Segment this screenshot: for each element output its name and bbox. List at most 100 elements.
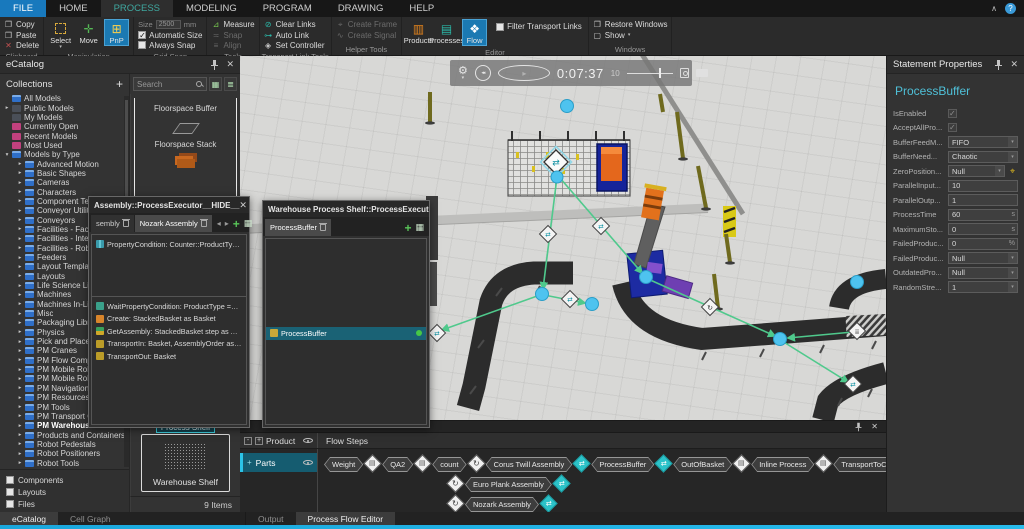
filter-checkbox[interactable]: Layouts	[6, 486, 123, 498]
dropdown-icon[interactable]: ▾	[1008, 137, 1017, 148]
flow-step[interactable]: ProcessBuffer	[591, 457, 654, 472]
expander-icon[interactable]: ▸	[16, 226, 24, 232]
expander-icon[interactable]: ▸	[16, 423, 24, 429]
routine-tab[interactable]: ProcessBuffer	[265, 219, 331, 236]
expander-icon[interactable]: ▸	[16, 311, 24, 317]
delete-button[interactable]: ✕ Delete	[4, 41, 39, 50]
create-frame-button[interactable]: ⌖ Create Frame	[336, 20, 397, 29]
property-checkbox[interactable]	[948, 123, 957, 133]
expander-icon[interactable]: ▸	[16, 236, 24, 242]
flow-connector-icon[interactable]: ⇄	[654, 453, 673, 473]
next-tab-icon[interactable]: ▸	[225, 219, 229, 228]
expander-icon[interactable]: ▸	[16, 161, 24, 167]
flow-step[interactable]: Nozark Assembly	[465, 497, 539, 512]
ribbon-tab[interactable]: HOME	[46, 0, 101, 17]
expander-icon[interactable]: ▸	[16, 170, 24, 176]
expander-icon[interactable]: ▸	[16, 413, 24, 419]
always-snap-checkbox[interactable]: Always Snap	[138, 41, 202, 50]
expander-icon[interactable]: ▸	[16, 255, 24, 261]
ribbon-tab[interactable]: PROCESS	[100, 0, 174, 17]
flow-step[interactable]: QA2	[382, 457, 413, 472]
statement-row[interactable]: GetAssembly: StackedBasket step as Assem…	[92, 325, 246, 338]
property-field[interactable]: 0 % ▾	[948, 237, 1018, 250]
expander-icon[interactable]: ▸	[16, 198, 24, 204]
filter-checkbox[interactable]: Files	[6, 498, 123, 510]
prev-tab-icon[interactable]: ◂	[217, 219, 221, 228]
flow-connector-icon[interactable]: ⇄	[552, 473, 571, 493]
tree-item[interactable]: ▸ Robot Tools	[3, 458, 129, 468]
ribbon-tab[interactable]: PROGRAM	[250, 0, 325, 17]
statement-row[interactable]: PropertyCondition: Counter::ProductType …	[92, 238, 246, 251]
simulation-settings-icon[interactable]: ⚙ ▾	[458, 65, 468, 80]
snap-button[interactable]: ≍ Snap	[211, 30, 254, 40]
panel-tab[interactable]: Cell Graph	[58, 512, 123, 525]
pin-icon[interactable]	[855, 422, 862, 431]
expander-icon[interactable]: ▸	[16, 320, 24, 326]
pnp-button[interactable]: ⊞ PnP	[104, 19, 130, 46]
flow-connector-icon[interactable]: ⇄	[539, 493, 558, 512]
catalog-item[interactable]: Floorspace Buffer	[154, 98, 217, 134]
expand-all-button[interactable]: +	[255, 436, 263, 445]
expander-icon[interactable]: ▸	[16, 189, 24, 195]
add-collection-button[interactable]: +	[116, 77, 123, 91]
delete-routine-icon[interactable]	[121, 219, 130, 227]
property-field[interactable]: 60 s ▾	[948, 208, 1018, 221]
expander-icon[interactable]: ▾	[3, 152, 11, 158]
copy-button[interactable]: ❐ Copy	[4, 20, 39, 29]
property-field[interactable]: 1 ▾	[948, 194, 1018, 207]
flow-connector-icon[interactable]: ↻	[446, 493, 465, 512]
flow-connector-icon[interactable]: ⇄	[572, 453, 592, 473]
visibility-icon[interactable]	[303, 436, 313, 445]
flow-connector-icon[interactable]: ▤	[732, 453, 751, 473]
tree-item[interactable]: ▾ Models by Type	[3, 150, 129, 159]
reset-simulation-button[interactable]: ◂◂	[474, 65, 491, 81]
flow-step[interactable]: Corus Twill Assembly	[486, 457, 573, 472]
filter-checkbox[interactable]: Components	[6, 474, 123, 486]
tree-item[interactable]: ▸ Robot Pedestals	[3, 440, 129, 449]
expander-icon[interactable]: ▸	[16, 273, 24, 279]
rail-end-marker[interactable]	[723, 206, 736, 237]
expander-icon[interactable]: ▸	[16, 283, 24, 289]
delete-routine-icon[interactable]	[199, 219, 208, 227]
grid-view-button[interactable]: ▦	[209, 77, 222, 91]
select-button[interactable]: Select ▾	[48, 19, 73, 50]
ribbon-tab[interactable]: HELP	[396, 0, 447, 17]
panel-tab[interactable]: Process Flow Editor	[295, 512, 396, 525]
product-dots[interactable]	[535, 99, 864, 346]
panel-tab[interactable]: Output	[246, 512, 296, 525]
expander-icon[interactable]: ▸	[16, 460, 24, 466]
dropdown-icon[interactable]: ▾	[1008, 253, 1017, 264]
catalog-item[interactable]: Floorspace Stack	[155, 134, 216, 168]
routine-tab[interactable]: Nozark Assembly	[134, 215, 212, 232]
grid-size-input[interactable]: 2500	[155, 20, 181, 30]
play-button[interactable]: ▸	[497, 65, 550, 81]
expander-icon[interactable]: ▸	[16, 301, 24, 307]
panel-tab[interactable]: eCatalog	[0, 512, 59, 525]
property-field[interactable]: Null ▾	[948, 252, 1018, 265]
expander-icon[interactable]: ▸	[16, 357, 24, 363]
statement-row[interactable]: ProcessBuffer	[266, 327, 426, 340]
tree-item[interactable]: Currently Open	[3, 122, 129, 131]
collapse-all-button[interactable]: -	[244, 436, 252, 445]
property-field[interactable]: FIFO ▾	[948, 136, 1018, 149]
tree-item[interactable]: Most Used	[3, 141, 129, 150]
products-button[interactable]: ▥ Products	[404, 19, 434, 46]
close-icon[interactable]: ✕	[239, 200, 247, 211]
restore-windows-button[interactable]: ❐ Restore Windows	[593, 20, 668, 29]
flow-step[interactable]: Inline Process	[751, 457, 814, 472]
ribbon-tab[interactable]: FILE	[0, 0, 47, 17]
sort-view-button[interactable]: ≣	[224, 77, 237, 91]
grid-view-icon[interactable]: ▦	[244, 218, 253, 229]
expander-icon[interactable]: ▸	[16, 264, 24, 270]
property-checkbox[interactable]	[948, 108, 957, 119]
expander-icon[interactable]: ▸	[16, 441, 24, 447]
move-button[interactable]: ✛ Move	[76, 19, 101, 46]
expander-icon[interactable]: ▸	[16, 376, 24, 382]
tree-item[interactable]: ▸ Products and Containers	[3, 430, 129, 440]
clear-links-button[interactable]: ⊘ Clear Links	[264, 20, 325, 29]
expander-icon[interactable]: ▸	[16, 217, 24, 223]
flow-connector-icon[interactable]: ▤	[814, 453, 834, 473]
expander-icon[interactable]: ▸	[16, 404, 24, 410]
expander-icon[interactable]: ▸	[16, 339, 24, 345]
property-field[interactable]: Null ▾	[948, 165, 1005, 178]
